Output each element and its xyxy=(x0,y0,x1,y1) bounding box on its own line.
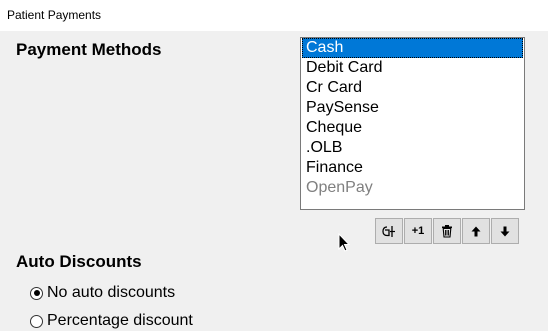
delete-button[interactable] xyxy=(433,218,461,244)
list-item-cr-card[interactable]: Cr Card xyxy=(302,78,523,98)
list-item-paysense[interactable]: PaySense xyxy=(302,98,523,118)
list-item-cash[interactable]: Cash xyxy=(302,38,523,58)
radio-label: Percentage discount xyxy=(47,312,193,329)
edit-button[interactable] xyxy=(375,218,403,244)
payment-methods-heading: Payment Methods xyxy=(16,40,162,59)
arrow-down-icon xyxy=(500,226,510,236)
radio-button-checked[interactable] xyxy=(30,286,43,300)
list-item-finance[interactable]: Finance xyxy=(302,158,523,178)
title-bar: Patient Payments xyxy=(0,0,548,32)
add-button-label: +1 xyxy=(411,225,425,237)
radio-label: No auto discounts xyxy=(47,284,176,301)
radio-button[interactable] xyxy=(30,314,43,328)
payment-methods-list[interactable]: Cash Debit Card Cr Card PaySense Cheque … xyxy=(300,37,525,210)
list-item-debit-card[interactable]: Debit Card xyxy=(302,58,523,78)
auto-discounts-heading: Auto Discounts xyxy=(16,252,142,271)
radio-percentage-discount[interactable]: Percentage discount xyxy=(30,311,193,331)
list-item-openpay[interactable]: OpenPay xyxy=(302,178,523,198)
mouse-cursor-icon xyxy=(338,233,350,252)
edit-icon xyxy=(382,225,395,237)
list-item-olb[interactable]: .OLB xyxy=(302,138,523,158)
move-up-button[interactable] xyxy=(462,218,490,244)
list-item-cheque[interactable]: Cheque xyxy=(302,118,523,138)
radio-no-auto-discounts[interactable]: No auto discounts xyxy=(30,283,175,303)
payment-methods-toolbar: +1 xyxy=(375,218,519,244)
window-title: Patient Payments xyxy=(7,8,102,22)
add-button[interactable]: +1 xyxy=(404,218,432,244)
move-down-button[interactable] xyxy=(491,218,519,244)
arrow-up-icon xyxy=(471,226,481,236)
trash-icon xyxy=(442,225,452,238)
